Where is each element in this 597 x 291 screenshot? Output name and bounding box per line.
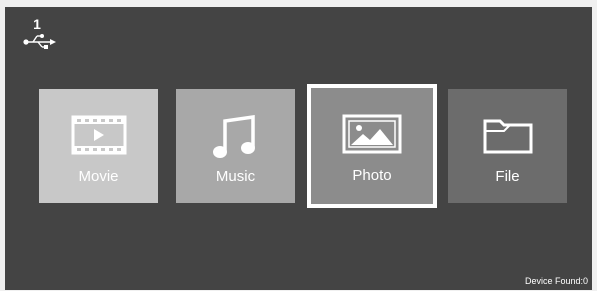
folder-icon — [483, 119, 532, 154]
tile-movie-label: Movie — [78, 168, 119, 185]
tile-movie[interactable]: Movie — [39, 89, 158, 203]
usb-indicator: 1 — [23, 17, 63, 57]
tile-music[interactable]: Music — [176, 89, 295, 203]
usb-count: 1 — [33, 16, 41, 32]
music-note-icon — [212, 115, 255, 158]
picture-icon — [342, 114, 402, 154]
tile-file[interactable]: File — [448, 89, 567, 203]
tile-file-label: File — [495, 168, 520, 185]
tile-photo[interactable]: Photo — [307, 84, 437, 208]
film-icon — [71, 115, 126, 155]
usb-icon — [23, 34, 56, 49]
tile-photo-label: Photo — [352, 167, 392, 184]
media-screen: 1 Movie Music Photo File Device Found:0 — [5, 7, 592, 290]
tile-music-label: Music — [215, 168, 256, 185]
device-found-status: Device Found:0 — [524, 276, 588, 286]
